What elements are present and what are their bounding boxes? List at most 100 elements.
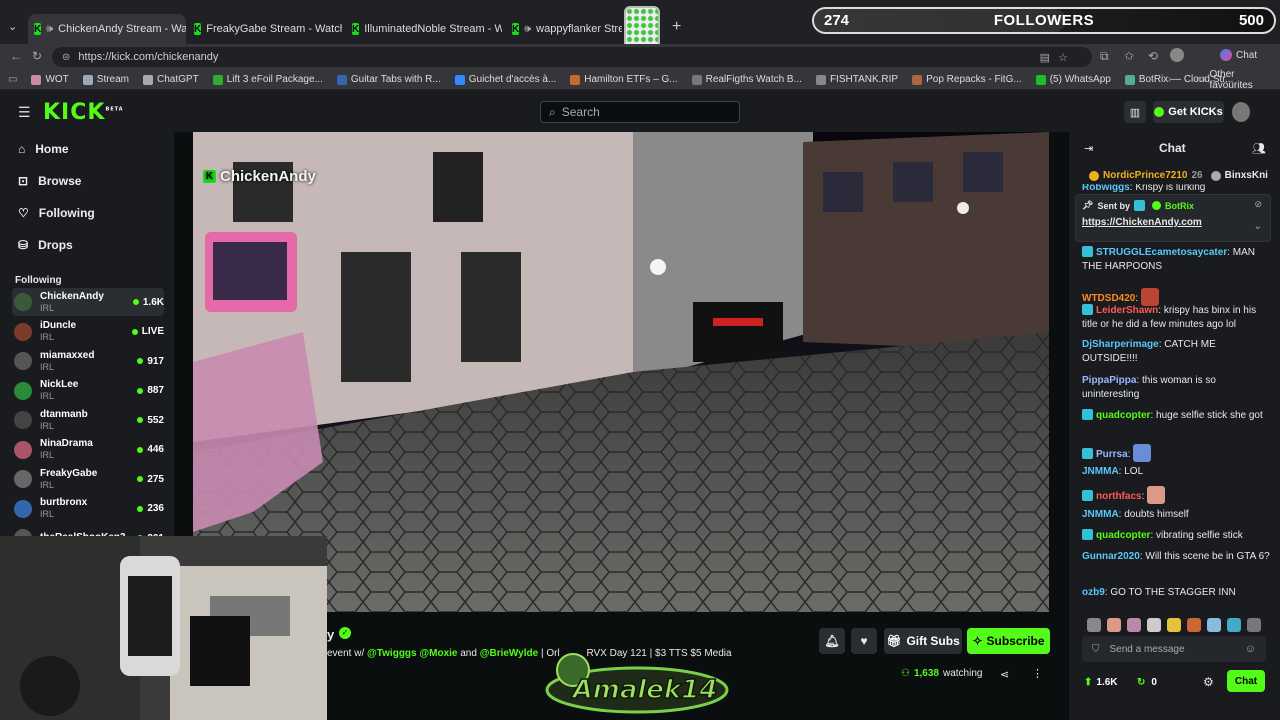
chevron-right-icon[interactable]: › (1168, 74, 1171, 85)
following-item[interactable]: dtanmanb IRL 552 (12, 406, 164, 434)
search-input[interactable]: ⌕ Search (540, 101, 740, 123)
emoji-smile-icon[interactable]: ☺ (1245, 643, 1256, 655)
chevron-down-icon[interactable]: ⌄ (1254, 221, 1262, 232)
quick-emote[interactable] (1167, 618, 1181, 632)
chat-username[interactable]: LeiderShawn (1096, 305, 1158, 316)
site-info-icon[interactable]: ⊜ (62, 52, 70, 63)
gift-subs-button[interactable]: 🎁︎ Gift Subs (884, 628, 962, 654)
nav-browse[interactable]: ⊡ Browse (18, 174, 81, 188)
other-favourites[interactable]: ▭ Other favourites (1196, 69, 1280, 91)
nav-following[interactable]: ♡ Following (18, 206, 95, 220)
url-field[interactable]: ⊜ https://kick.com/chickenandy ▤ ☆ (52, 47, 1092, 67)
bookmark-favicon-icon (912, 74, 923, 85)
chat-username[interactable]: WTDSD420 (1082, 293, 1135, 304)
chat-username[interactable]: Gunnar2020 (1082, 551, 1140, 562)
channel-avatar (14, 499, 32, 518)
following-item[interactable]: ChickenAndy IRL 1.6K (12, 288, 164, 316)
chat-message-input[interactable]: ⛉ Send a message ☺ (1082, 636, 1266, 662)
browser-tab-2[interactable]: K FreakyGabe Stream - Watch L × (188, 14, 342, 44)
tab-list-chevron-icon[interactable]: ⌄ (8, 20, 17, 33)
chat-username[interactable]: ozb9 (1082, 587, 1105, 598)
chat-username[interactable]: Robwiggs (1082, 184, 1130, 192)
bookmark-item[interactable]: Pop Repacks - FitG... (912, 74, 1022, 85)
bookmark-item[interactable]: Lift 3 eFoil Package... (212, 74, 323, 85)
extensions-icon[interactable]: ⧉ (1100, 49, 1109, 64)
history-icon[interactable]: ⟲ (1148, 49, 1158, 63)
favorites-icon[interactable]: ✩ (1124, 49, 1134, 63)
clips-icon[interactable]: ▥ (1124, 101, 1146, 123)
quick-emote[interactable] (1187, 618, 1201, 632)
chat-username[interactable]: STRUGGLEcametosaycater (1096, 247, 1227, 258)
following-item[interactable]: miamaxxed IRL 917 (12, 347, 164, 375)
quick-emote[interactable] (1227, 618, 1241, 632)
quick-emote[interactable] (1127, 618, 1141, 632)
following-item[interactable]: iDuncle IRL LIVE (12, 318, 164, 346)
chat-users-icon[interactable]: 👥︎ (1252, 142, 1266, 155)
get-kicks-button[interactable]: Get KICKs (1153, 101, 1224, 123)
following-item[interactable]: burtbronx IRL 236 (12, 495, 164, 523)
quick-emote[interactable] (1147, 618, 1161, 632)
chat-username[interactable]: DjSharperimage (1082, 339, 1159, 350)
bookmark-folder-icon[interactable]: ▭ (8, 74, 17, 85)
reader-icon[interactable]: ▤ (1040, 51, 1050, 64)
chat-username[interactable]: Purrsa (1096, 449, 1128, 460)
quick-emote[interactable] (1107, 618, 1121, 632)
chat-username[interactable]: quadcopter (1096, 530, 1150, 541)
following-item[interactable]: FreakyGabe IRL 275 (12, 465, 164, 493)
refresh-icon[interactable]: ↻ (32, 49, 42, 63)
quick-emote[interactable] (1247, 618, 1261, 632)
chat-username[interactable]: JNMMA (1082, 466, 1119, 477)
collapse-chat-icon[interactable]: ⇥ (1084, 142, 1093, 155)
bookmark-label: Hamilton ETFs – G... (584, 74, 678, 85)
bookmark-item[interactable]: Stream (82, 74, 129, 85)
browser-tab-3[interactable]: K IlluminatedNoble Stream - Watch × (346, 14, 502, 44)
menu-hamburger-icon[interactable]: ☰ (18, 104, 31, 121)
chat-username[interactable]: northfacs (1096, 491, 1142, 502)
bookmark-item[interactable]: Hamilton ETFs – G... (570, 74, 678, 85)
user-avatar[interactable] (1232, 102, 1250, 122)
following-item[interactable]: NinaDrama IRL 446 (12, 436, 164, 464)
browser-tab-4[interactable]: K 🕪 wappyflanker Stream - W (506, 14, 622, 44)
kick-logo[interactable]: KICKBETA (43, 100, 124, 125)
following-item[interactable]: NickLee IRL 887 (12, 377, 164, 405)
notification-bell-button[interactable]: 🔔︎ (819, 628, 845, 654)
share-icon[interactable]: ⋖ (1000, 668, 1009, 681)
bookmark-item[interactable]: Guitar Tabs with R... (336, 74, 441, 85)
kicks-balance[interactable]: ⬆ 1.6K (1084, 677, 1118, 688)
chat-settings-gear-icon[interactable]: ⚙ (1203, 675, 1214, 689)
kicks-coin-icon (1154, 107, 1165, 117)
leader-item[interactable]: BinxsKni (1210, 170, 1268, 181)
streamer-name[interactable]: y (327, 627, 334, 642)
copilot-chat-button[interactable]: Chat (1220, 49, 1257, 61)
more-options-icon[interactable]: ⋮ (1032, 667, 1043, 680)
back-arrow-icon[interactable]: ← (10, 49, 22, 63)
channel-points[interactable]: ↻ 0 (1137, 677, 1157, 688)
title-mention[interactable]: @Twigggs (367, 648, 417, 659)
chat-username[interactable]: PippaPippa (1082, 375, 1136, 386)
nav-home[interactable]: ⌂ Home (18, 142, 69, 156)
new-tab-plus-icon[interactable]: + (672, 18, 681, 36)
chat-send-button[interactable]: Chat (1227, 670, 1265, 692)
bookmark-item[interactable]: ChatGPT (143, 74, 199, 85)
quick-emote[interactable] (1207, 618, 1221, 632)
pinned-link[interactable]: https://ChickenAndy.com (1082, 217, 1202, 228)
follow-heart-button[interactable]: ♥ (851, 628, 877, 654)
subscribe-button[interactable]: ✧ Subscribe (967, 628, 1050, 654)
title-mention[interactable]: @Moxie (419, 648, 457, 659)
bookmark-item[interactable]: Guichet d'accès à... (454, 74, 556, 85)
unpin-icon[interactable]: ⊘ (1254, 199, 1262, 210)
bookmark-item[interactable]: (5) WhatsApp (1035, 74, 1111, 85)
browser-tab-1[interactable]: K 🕪 ChickenAndy Stream - Watch × (28, 14, 186, 44)
bookmark-item[interactable]: FISHTANK.RIP (815, 74, 898, 85)
favorite-star-icon[interactable]: ☆ (1058, 51, 1068, 64)
profile-avatar[interactable] (1170, 48, 1184, 62)
pinned-sender[interactable]: BotRix (1165, 201, 1194, 211)
quick-emote[interactable] (1087, 618, 1101, 632)
chat-username[interactable]: JNMMA (1082, 509, 1119, 520)
nav-drops[interactable]: ⛁ Drops (18, 238, 73, 252)
bookmark-item[interactable]: WOT (31, 74, 69, 85)
chat-username[interactable]: quadcopter (1096, 410, 1150, 421)
title-mention[interactable]: @BrieWylde (480, 648, 538, 659)
leader-item[interactable]: NordicPrince7210 26 (1089, 170, 1203, 181)
bookmark-item[interactable]: RealFigths Watch B... (691, 74, 802, 85)
